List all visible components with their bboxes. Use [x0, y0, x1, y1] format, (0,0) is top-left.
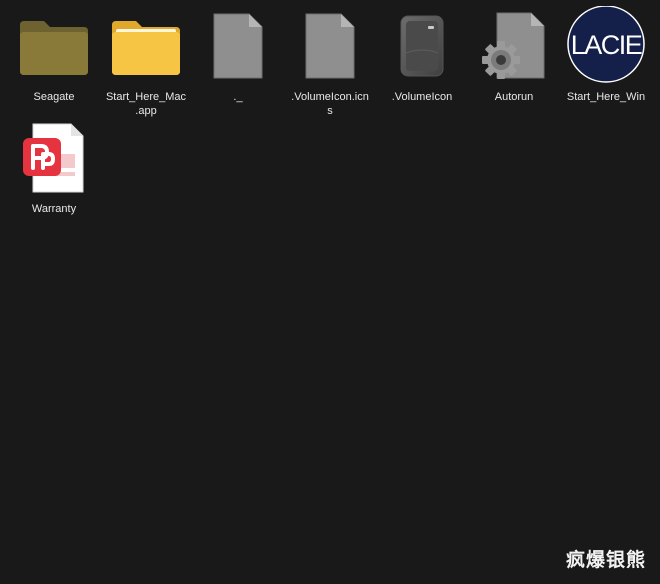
- item-label: Warranty: [31, 203, 77, 215]
- settings-file-icon: [474, 8, 554, 84]
- item-label: Start_Here_Win: [566, 91, 646, 103]
- desktop-item-start-here-mac[interactable]: Start_Here_Mac .app: [100, 8, 192, 118]
- item-label: .VolumeIcon.icn s: [291, 91, 369, 117]
- file-icon: [198, 8, 278, 84]
- desktop-item-seagate[interactable]: Seagate: [8, 8, 100, 104]
- watermark-text: 疯爆银熊: [565, 549, 646, 571]
- desktop-item-dot-underscore[interactable]: ._: [192, 8, 284, 104]
- folder-icon: [106, 8, 186, 84]
- pdf-document-icon: [14, 120, 94, 196]
- item-label: Seagate: [33, 91, 75, 103]
- external-drive-icon: [382, 8, 462, 84]
- folder-icon: [14, 8, 94, 84]
- file-icon: [290, 8, 370, 84]
- desktop-item-start-here-win[interactable]: LACIE Start_Here_Win: [560, 6, 652, 104]
- item-label: Autorun: [494, 91, 534, 103]
- lacie-logo-icon: LACIE: [566, 6, 646, 84]
- svg-text:LACIE: LACIE: [571, 30, 642, 60]
- desktop-item-volumeicon[interactable]: .VolumeIcon: [376, 8, 468, 104]
- desktop: Seagate Start_Here_Mac .app ._ .VolumeIc…: [0, 0, 660, 584]
- desktop-item-warranty[interactable]: Warranty: [8, 120, 100, 216]
- desktop-item-volumeicon-icns[interactable]: .VolumeIcon.icn s: [284, 8, 376, 118]
- item-label: ._: [233, 91, 243, 103]
- item-label: .VolumeIcon: [391, 91, 453, 103]
- item-label: Start_Here_Mac .app: [105, 91, 187, 117]
- desktop-item-autorun[interactable]: Autorun: [468, 8, 560, 104]
